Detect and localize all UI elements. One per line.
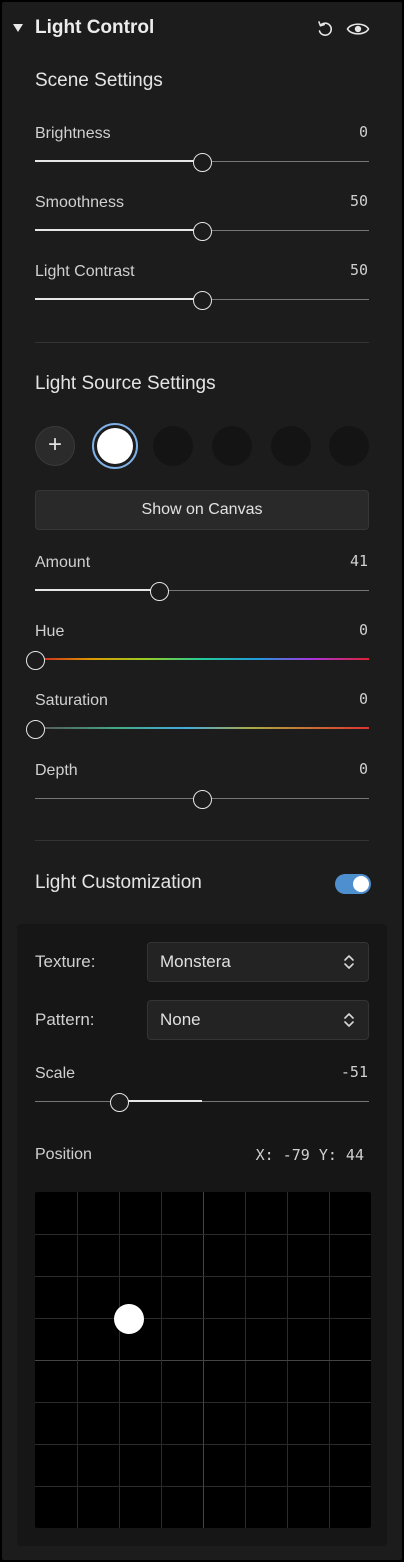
slider-thumb[interactable] bbox=[109, 1093, 129, 1112]
light-contrast-slider[interactable] bbox=[35, 290, 369, 310]
texture-select[interactable]: Monstera bbox=[147, 942, 369, 982]
light-source-slot[interactable] bbox=[212, 426, 252, 466]
section-divider bbox=[35, 342, 369, 343]
light-source-slot[interactable] bbox=[329, 426, 369, 466]
pad-gridline bbox=[161, 1192, 162, 1528]
pad-gridline bbox=[35, 1234, 371, 1235]
slider-thumb[interactable] bbox=[193, 222, 212, 241]
pad-axis-vertical bbox=[203, 1192, 204, 1528]
saturation-gradient-track bbox=[35, 727, 369, 729]
slider-thumb[interactable] bbox=[26, 651, 45, 670]
brightness-value: 0 bbox=[358, 123, 368, 141]
slider-thumb[interactable] bbox=[193, 291, 212, 310]
light-source-swatch-active[interactable] bbox=[92, 423, 138, 469]
slider-thumb[interactable] bbox=[193, 790, 212, 809]
panel-header[interactable]: Light Control bbox=[2, 2, 402, 54]
light-source-settings-title: Light Source Settings bbox=[35, 373, 216, 394]
saturation-label: Saturation bbox=[35, 692, 108, 709]
slider-fill bbox=[35, 589, 159, 591]
slider-fill bbox=[35, 298, 202, 300]
amount-label: Amount bbox=[35, 554, 91, 571]
smoothness-value: 50 bbox=[349, 192, 368, 210]
pad-gridline bbox=[35, 1318, 371, 1319]
light-customization-toggle[interactable] bbox=[335, 874, 371, 894]
light-source-slot[interactable] bbox=[153, 426, 193, 466]
light-source-slot[interactable] bbox=[271, 426, 311, 466]
hue-gradient-track bbox=[35, 658, 369, 660]
pattern-label: Pattern: bbox=[35, 1010, 95, 1029]
scale-label: Scale bbox=[35, 1065, 76, 1082]
pad-gridline bbox=[77, 1192, 78, 1528]
depth-label: Depth bbox=[35, 762, 78, 779]
show-on-canvas-button[interactable]: Show on Canvas bbox=[35, 490, 369, 530]
saturation-value: 0 bbox=[358, 690, 368, 708]
hue-slider[interactable] bbox=[26, 650, 369, 670]
saturation-slider[interactable] bbox=[26, 719, 369, 739]
toggle-knob bbox=[353, 876, 369, 892]
chevron-updown-icon bbox=[342, 953, 356, 971]
texture-select-value: Monstera bbox=[160, 952, 231, 971]
light-source-color bbox=[97, 428, 133, 464]
section-divider bbox=[35, 840, 369, 841]
light-customization-title: Light Customization bbox=[35, 872, 202, 893]
brightness-label: Brightness bbox=[35, 125, 111, 142]
smoothness-slider[interactable] bbox=[35, 221, 369, 241]
amount-slider[interactable] bbox=[35, 581, 369, 601]
pattern-select-value: None bbox=[160, 1010, 201, 1029]
scale-value: -51 bbox=[340, 1063, 368, 1081]
light-contrast-value: 50 bbox=[349, 261, 368, 279]
slider-thumb[interactable] bbox=[193, 153, 212, 172]
eye-icon[interactable] bbox=[346, 18, 370, 40]
collapse-caret-icon[interactable] bbox=[13, 24, 23, 32]
position-readout: X: -79 Y: 44 bbox=[255, 1146, 364, 1164]
smoothness-label: Smoothness bbox=[35, 194, 124, 211]
slider-fill bbox=[118, 1100, 202, 1102]
amount-value: 41 bbox=[349, 552, 368, 570]
light-contrast-label: Light Contrast bbox=[35, 263, 135, 280]
panel-title: Light Control bbox=[35, 17, 155, 38]
chevron-updown-icon bbox=[342, 1011, 356, 1029]
depth-slider[interactable] bbox=[35, 789, 369, 809]
pad-gridline bbox=[119, 1192, 120, 1528]
slider-fill bbox=[35, 160, 202, 162]
reset-icon[interactable] bbox=[314, 18, 336, 40]
hue-value: 0 bbox=[358, 621, 368, 639]
light-control-panel: Light Control Scene Settings Brightness … bbox=[2, 2, 402, 1560]
add-light-source-button[interactable]: + bbox=[35, 426, 75, 466]
pattern-select[interactable]: None bbox=[147, 1000, 369, 1040]
slider-thumb[interactable] bbox=[149, 582, 169, 601]
depth-value: 0 bbox=[358, 760, 368, 778]
position-label: Position bbox=[35, 1146, 92, 1163]
position-pad[interactable] bbox=[35, 1192, 371, 1528]
scale-slider[interactable] bbox=[35, 1092, 369, 1112]
slider-fill bbox=[35, 229, 202, 231]
hue-label: Hue bbox=[35, 623, 65, 640]
brightness-slider[interactable] bbox=[35, 152, 369, 172]
slider-track bbox=[35, 1101, 369, 1102]
scene-settings-title: Scene Settings bbox=[35, 70, 163, 91]
slider-thumb[interactable] bbox=[26, 720, 45, 739]
texture-label: Texture: bbox=[35, 952, 96, 971]
position-handle[interactable] bbox=[114, 1303, 145, 1334]
pad-gridline bbox=[35, 1276, 371, 1277]
